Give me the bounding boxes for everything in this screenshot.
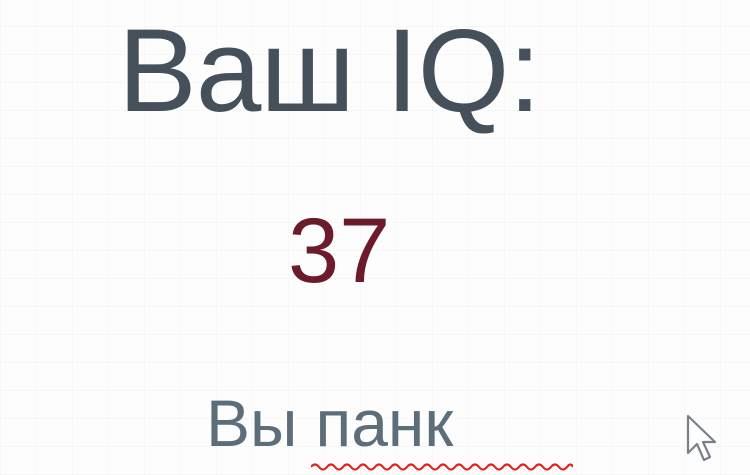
- result-page: Ваш IQ: 37 Вы панк: [0, 0, 750, 475]
- page-title: Ваш IQ:: [118, 5, 541, 137]
- verdict-line: Вы панк: [206, 386, 574, 471]
- verdict-word: панк: [315, 386, 454, 460]
- spellcheck-underline: [311, 463, 574, 471]
- mouse-pointer-icon: [686, 414, 717, 462]
- verdict-prefix: Вы: [206, 386, 298, 460]
- iq-score: 37: [288, 200, 391, 302]
- verdict-word-wrapper: панк: [311, 386, 574, 471]
